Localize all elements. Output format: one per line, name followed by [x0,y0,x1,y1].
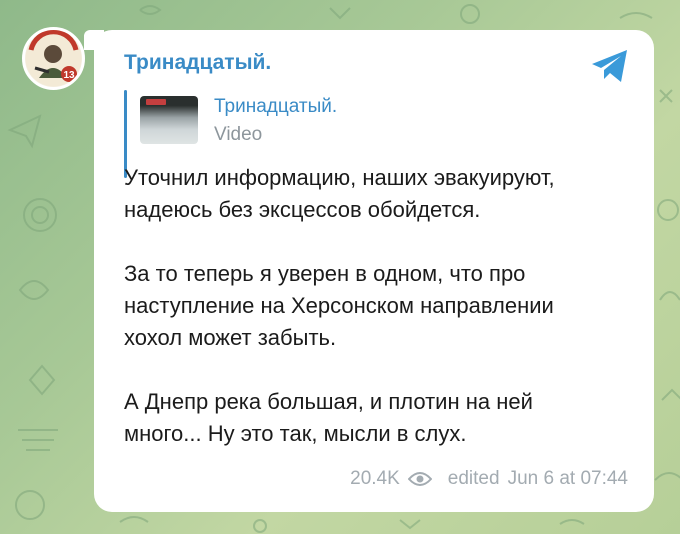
forwarded-from: Тринадцатый. [214,96,338,117]
view-count: 20.4K [350,468,400,489]
soldier-avatar-icon: 13 [25,30,82,87]
video-thumbnail[interactable] [140,96,198,144]
channel-avatar[interactable]: 13 [22,27,85,90]
eye-icon [407,472,432,486]
forwarded-type: Video [214,124,263,145]
telegram-send-icon[interactable] [590,48,630,84]
thumbnail-red-label [146,99,166,105]
message-text: Уточнил информацию, наших эвакуируют, на… [124,162,644,450]
message-paragraph: А Днепр река большая, и плотин на ней мн… [124,389,533,446]
message-bubble: Тринадцатый. Тринадцатый. Video Уточнил … [94,30,654,512]
channel-name[interactable]: Тринадцатый. [124,51,271,75]
message-meta: 20.4K edited Jun 6 at 07:44 [350,468,628,490]
message-paragraph: Уточнил информацию, наших эвакуируют, на… [124,165,555,222]
message-timestamp: Jun 6 at 07:44 [507,468,628,489]
edited-label: edited [447,468,500,489]
svg-text:13: 13 [63,70,75,81]
message-paragraph: За то теперь я уверен в одном, что про н… [124,261,554,350]
